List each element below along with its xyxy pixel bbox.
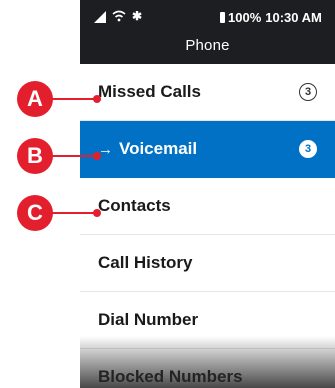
menu-item-label: Dial Number	[98, 310, 199, 329]
phone-screen: ✱ 100% 10:30 AM Phone Missed Calls 3 → V…	[80, 0, 335, 388]
wifi-icon	[112, 9, 126, 26]
callout-b: B	[17, 138, 53, 174]
signal-icon	[94, 11, 106, 26]
status-bar: ✱ 100% 10:30 AM Phone	[80, 0, 335, 64]
callout-a-dot	[93, 95, 101, 103]
callout-c: C	[17, 195, 53, 231]
menu-item-label: Contacts	[98, 196, 171, 215]
page-title: Phone	[185, 37, 230, 54]
count-badge: 3	[299, 140, 317, 158]
menu-item-voicemail[interactable]: → Voicemail 3	[80, 121, 335, 178]
battery-icon	[220, 12, 225, 23]
count-badge: 3	[299, 83, 317, 101]
battery-level: 100%	[228, 10, 262, 25]
callout-c-dot	[93, 209, 101, 217]
menu-item-dial-number[interactable]: Dial Number	[80, 292, 335, 349]
menu-item-call-history[interactable]: Call History	[80, 235, 335, 292]
menu-item-missed-calls[interactable]: Missed Calls 3	[80, 64, 335, 121]
menu-item-blocked-numbers[interactable]: Blocked Numbers	[80, 349, 335, 388]
bluetooth-icon: ✱	[132, 9, 143, 23]
menu-item-label: Call History	[98, 253, 193, 272]
callout-b-leader	[52, 155, 94, 157]
callout-c-leader	[52, 212, 94, 214]
callout-a-leader	[52, 98, 94, 100]
clock: 10:30 AM	[265, 10, 322, 25]
menu-item-contacts[interactable]: Contacts	[80, 178, 335, 235]
phone-menu: Missed Calls 3 → Voicemail 3 Contacts Ca…	[80, 64, 335, 388]
menu-item-label: Missed Calls	[98, 82, 201, 101]
menu-item-label: Voicemail	[119, 139, 198, 158]
callout-b-dot	[93, 152, 101, 160]
menu-item-label: Blocked Numbers	[98, 367, 243, 386]
callout-a: A	[17, 81, 53, 117]
